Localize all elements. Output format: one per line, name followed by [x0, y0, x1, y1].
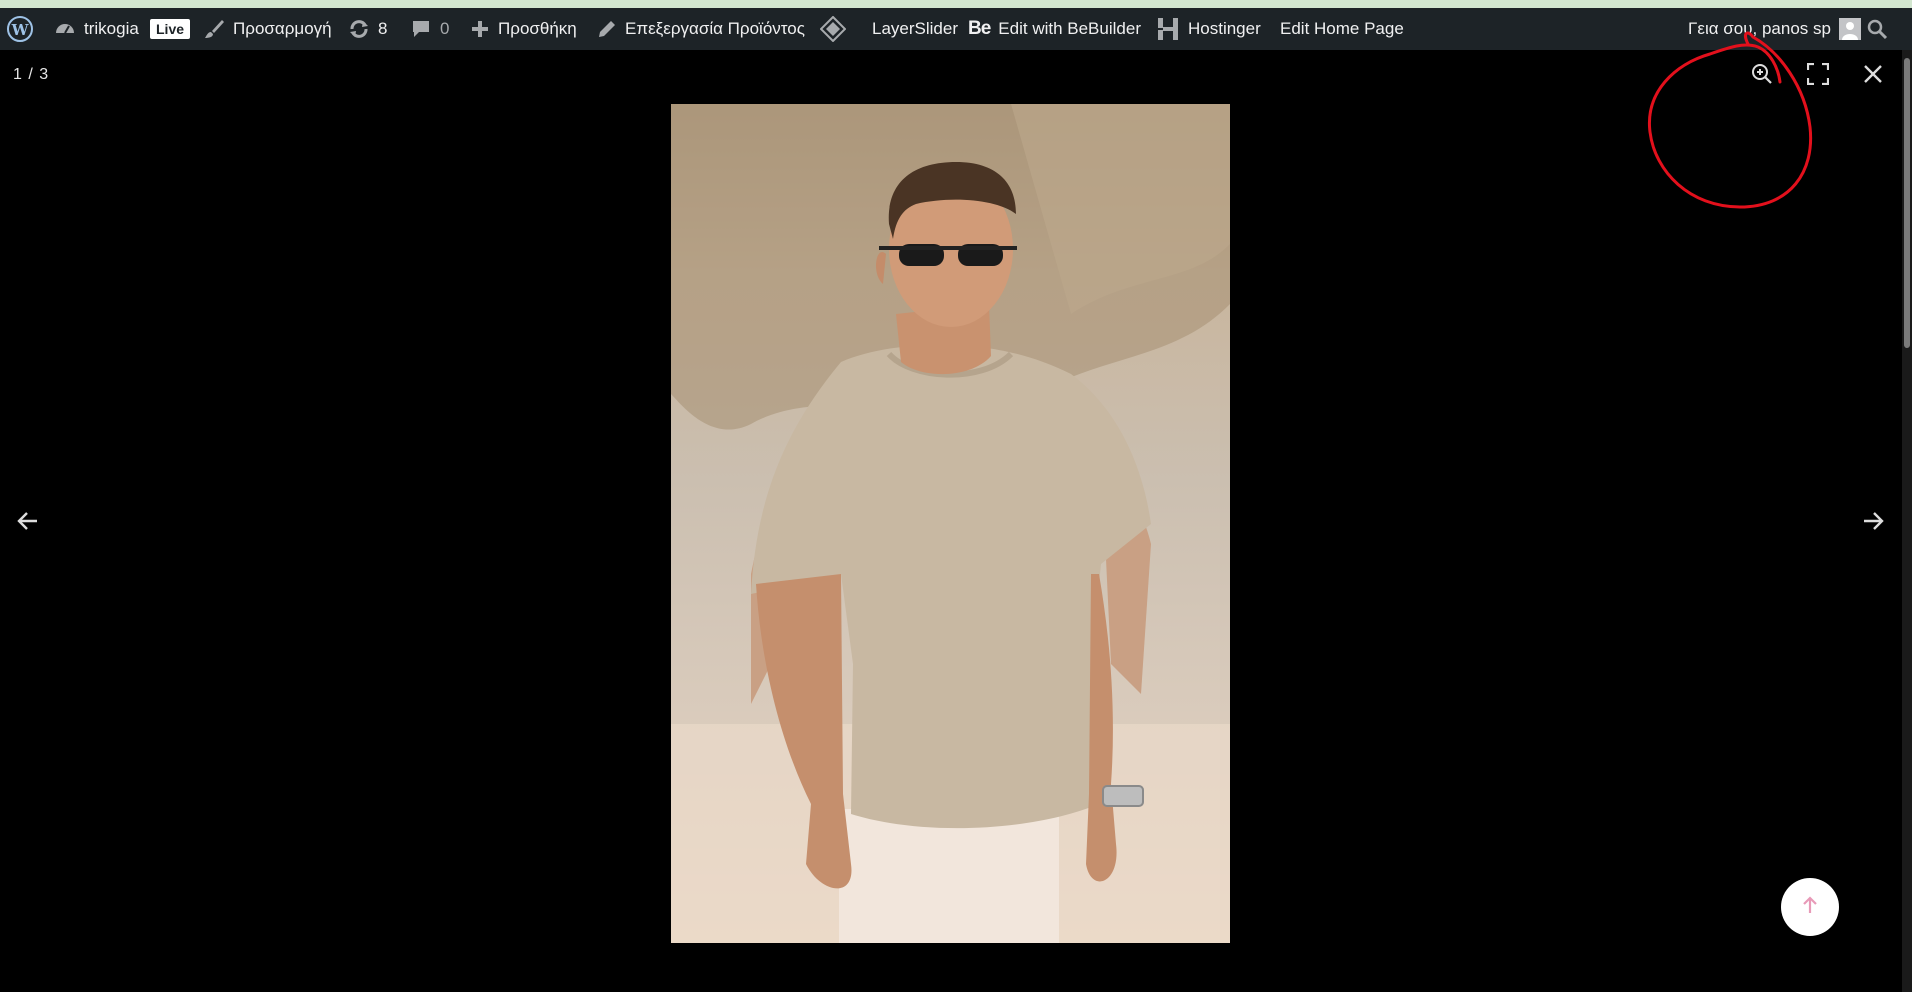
- fullscreen-button[interactable]: [1798, 56, 1838, 96]
- arrow-right-icon: [1862, 511, 1884, 536]
- hostinger-icon: [1156, 17, 1180, 41]
- bebuilder-link[interactable]: Be Edit with BeBuilder: [968, 8, 1141, 50]
- dashboard-icon: [54, 18, 76, 40]
- next-slide-button[interactable]: [1853, 503, 1893, 543]
- prev-slide-button[interactable]: [8, 503, 48, 543]
- wp-logo-menu[interactable]: W: [6, 8, 34, 50]
- comment-icon: [410, 18, 432, 40]
- lightbox-image: [671, 104, 1230, 943]
- close-icon: [1863, 64, 1883, 89]
- hostinger-label: Hostinger: [1188, 19, 1261, 38]
- pencil-icon: [597, 19, 617, 39]
- scrollbar[interactable]: [1902, 50, 1912, 992]
- avatar: [1838, 18, 1861, 40]
- site-name-label: trikogia: [84, 19, 139, 38]
- plus-icon: [470, 19, 490, 39]
- customize-label: Προσαρμογή: [233, 19, 332, 38]
- red-circle-annotation: [1647, 31, 1813, 209]
- my-account-menu[interactable]: Γεια σου, panos sp: [1688, 8, 1861, 50]
- close-button[interactable]: [1853, 56, 1893, 96]
- fullscreen-icon: [1806, 62, 1830, 90]
- svg-text:W: W: [11, 21, 30, 39]
- updates-link[interactable]: 8: [348, 8, 387, 50]
- edit-home-page-link[interactable]: Edit Home Page: [1280, 8, 1404, 50]
- edit-product-label: Επεξεργασία Προϊόντος: [625, 19, 805, 38]
- wordpress-logo-icon: W: [6, 15, 34, 43]
- comments-link[interactable]: 0: [410, 8, 449, 50]
- live-status-badge: Live: [150, 8, 191, 50]
- search-icon: [1866, 18, 1888, 40]
- comments-count: 0: [440, 19, 450, 38]
- arrow-up-icon: [1801, 895, 1819, 920]
- layerslider-link[interactable]: LayerSlider: [820, 8, 958, 50]
- layerslider-label: LayerSlider: [872, 19, 958, 38]
- zoom-in-icon: [1751, 63, 1773, 90]
- live-badge-label: Live: [150, 19, 191, 39]
- browser-top-strip: [0, 0, 1912, 8]
- greeting-label: Γεια σου, panos sp: [1688, 19, 1831, 38]
- scrollbar-thumb[interactable]: [1904, 58, 1910, 348]
- bebuilder-label: Edit with BeBuilder: [998, 19, 1141, 38]
- edit-home-page-label: Edit Home Page: [1280, 19, 1404, 38]
- admin-search-button[interactable]: [1866, 8, 1888, 50]
- add-new-link[interactable]: Προσθήκη: [470, 8, 577, 50]
- edit-product-link[interactable]: Επεξεργασία Προϊόντος: [597, 8, 805, 50]
- zoom-button[interactable]: [1742, 56, 1782, 96]
- customize-link[interactable]: Προσαρμογή: [203, 8, 332, 50]
- wp-admin-bar: W trikogia Live Προσαρμογή 8 0 Προσθήκη: [0, 8, 1912, 50]
- bebuilder-logo: Be: [968, 18, 991, 39]
- updates-icon: [348, 18, 370, 40]
- arrow-left-icon: [17, 511, 39, 536]
- back-to-top-button[interactable]: [1781, 878, 1839, 936]
- site-name-menu[interactable]: trikogia: [54, 8, 139, 50]
- hostinger-link[interactable]: Hostinger: [1156, 8, 1261, 50]
- updates-count: 8: [378, 19, 388, 38]
- paintbrush-icon: [203, 18, 225, 40]
- slide-counter: 1 / 3: [13, 66, 50, 83]
- add-new-label: Προσθήκη: [498, 19, 577, 38]
- layerslider-icon: [820, 16, 846, 42]
- lightbox-photo: [671, 104, 1230, 943]
